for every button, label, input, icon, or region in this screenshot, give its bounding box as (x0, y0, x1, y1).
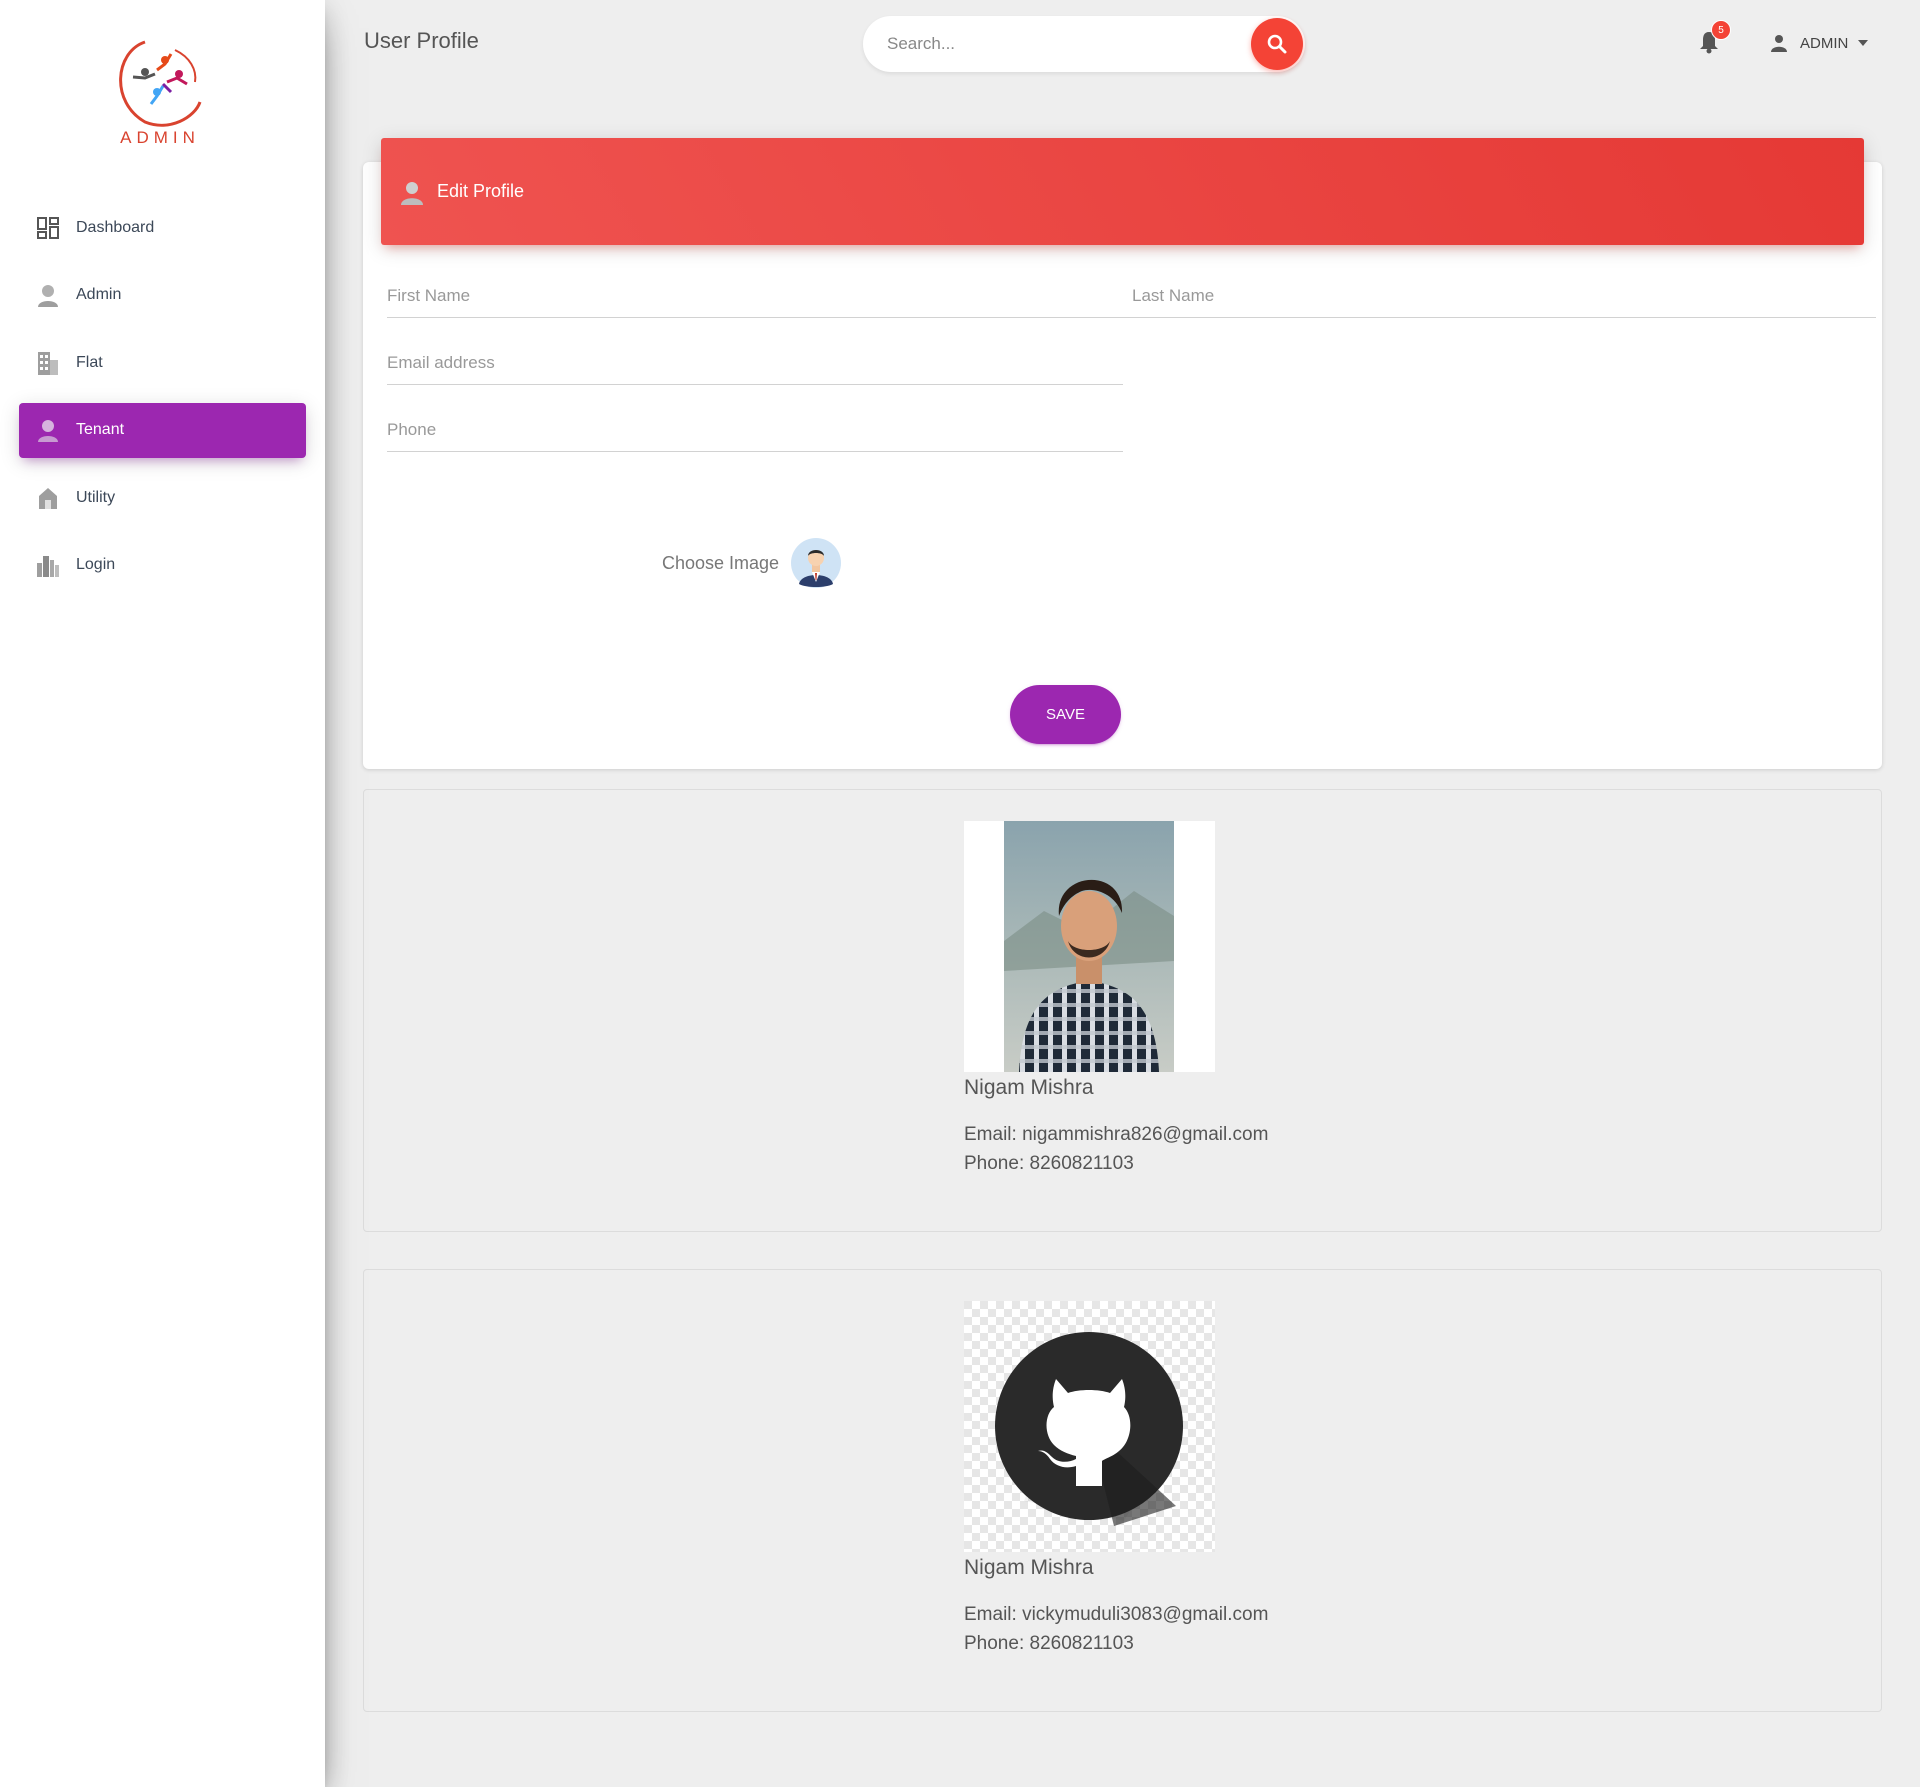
logo-mark-icon (119, 40, 202, 127)
person-icon (36, 283, 60, 307)
edit-profile-title: Edit Profile (437, 181, 525, 201)
app-logo[interactable]: ADMIN (105, 32, 215, 152)
profile-phone: Phone: 8260821103 (964, 1153, 1134, 1174)
sidebar-item-admin[interactable]: Admin (19, 268, 306, 323)
github-logo-image (964, 1301, 1215, 1552)
sidebar-item-login[interactable]: Login (19, 538, 306, 593)
search-bar (863, 16, 1305, 72)
notification-badge: 5 (1711, 20, 1731, 40)
choose-image-button[interactable]: Choose Image (662, 538, 842, 588)
sidebar: ADMIN Dashboard Admin Flat Tenant Utilit… (0, 0, 325, 1787)
phone-field (387, 412, 1123, 452)
sidebar-item-label: Flat (76, 353, 103, 371)
user-menu[interactable]: ADMIN (1770, 30, 1869, 56)
sidebar-nav: Dashboard Admin Flat Tenant Utility Logi… (19, 200, 306, 605)
person-icon (36, 418, 60, 442)
sidebar-item-tenant[interactable]: Tenant (19, 402, 306, 458)
profile-card: Nigam Mishra Email: nigammishra826@gmail… (363, 789, 1882, 1232)
sidebar-item-dashboard[interactable]: Dashboard (19, 200, 306, 255)
profile-name: Nigam Mishra (964, 1556, 1094, 1579)
search-icon (1267, 34, 1287, 54)
home-icon (36, 486, 60, 510)
sidebar-item-flat[interactable]: Flat (19, 335, 306, 390)
profile-email: Email: nigammishra826@gmail.com (964, 1124, 1269, 1145)
page-title: User Profile (364, 28, 479, 53)
profile-phone: Phone: 8260821103 (964, 1633, 1134, 1654)
last-name-field (1132, 278, 1876, 318)
save-button[interactable]: SAVE (1010, 685, 1121, 744)
search-input[interactable] (887, 30, 1227, 58)
sidebar-item-label: Utility (76, 488, 116, 506)
phone-input[interactable] (387, 412, 1123, 448)
first-name-field (387, 278, 1132, 318)
sidebar-item-label: Admin (76, 286, 122, 303)
profile-name: Nigam Mishra (964, 1076, 1094, 1099)
logo-text: ADMIN (120, 128, 200, 147)
first-name-input[interactable] (387, 278, 1132, 314)
sidebar-item-label: Tenant (76, 421, 125, 438)
last-name-input[interactable] (1132, 278, 1876, 314)
sidebar-item-label: Dashboard (76, 218, 155, 236)
sidebar-item-utility[interactable]: Utility (19, 470, 306, 525)
email-field (387, 345, 1123, 385)
building-icon (36, 351, 60, 375)
user-name: ADMIN (1800, 34, 1849, 52)
edit-profile-header: Edit Profile (381, 138, 1864, 245)
city-icon (36, 553, 60, 577)
avatar-icon (791, 538, 842, 588)
dashboard-icon (36, 216, 60, 240)
email-input[interactable] (387, 345, 1123, 381)
profile-card: Nigam Mishra Email: vickymuduli3083@gmai… (363, 1269, 1882, 1712)
user-icon (1771, 35, 1787, 52)
sidebar-item-label: Login (76, 556, 116, 573)
caret-down-icon (1858, 40, 1869, 46)
person-icon (401, 181, 423, 205)
edit-profile-card (363, 162, 1882, 769)
profile-email: Email: vickymuduli3083@gmail.com (964, 1604, 1269, 1625)
person-photo (964, 821, 1215, 1072)
choose-image-label: Choose Image (662, 552, 780, 573)
search-button[interactable] (1251, 18, 1303, 70)
